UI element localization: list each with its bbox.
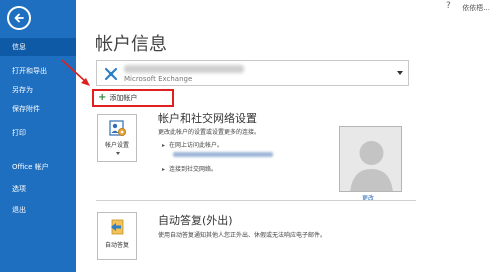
back-arrow-icon bbox=[14, 13, 24, 23]
outlook-backstage: 信息 打开和导出 另存为 保存附件 打印 Office 帐户 选项 退出 ? 依… bbox=[0, 0, 500, 272]
account-type: Microsoft Exchange bbox=[124, 75, 193, 83]
add-account-label: 添加帐户 bbox=[109, 94, 138, 102]
section-divider bbox=[96, 200, 416, 201]
auto-reply-tile-label: 自动答复 bbox=[104, 242, 129, 249]
back-button[interactable] bbox=[7, 6, 31, 30]
bullet-connect-social[interactable]: 连接到社交网络。 bbox=[162, 164, 217, 173]
auto-reply-title: 自动答复(外出) bbox=[158, 214, 233, 227]
exchange-icon bbox=[104, 67, 118, 81]
nav-item-office-account[interactable]: Office 帐户 bbox=[0, 158, 76, 176]
nav-item-save-as[interactable]: 另存为 bbox=[0, 81, 76, 99]
user-name[interactable]: 依依梧... bbox=[462, 3, 490, 13]
account-select[interactable]: Microsoft Exchange bbox=[96, 60, 409, 86]
account-settings-title: 帐户和社交网络设置 bbox=[158, 112, 257, 125]
account-email-redacted bbox=[124, 65, 244, 73]
help-button[interactable]: ? bbox=[446, 1, 451, 11]
bullet-access-web[interactable]: 在网上访问此帐户。 bbox=[162, 140, 223, 149]
add-account-button[interactable]: + 添加帐户 bbox=[92, 89, 174, 107]
backstage-sidebar: 信息 打开和导出 另存为 保存附件 打印 Office 帐户 选项 退出 bbox=[0, 0, 76, 272]
plus-icon: + bbox=[98, 92, 107, 103]
avatar bbox=[339, 126, 402, 192]
owa-url-redacted[interactable] bbox=[173, 152, 273, 157]
nav-item-save-attachments[interactable]: 保存附件 bbox=[0, 100, 76, 118]
chevron-down-icon bbox=[116, 152, 120, 155]
account-settings-tile[interactable]: 帐户设置 bbox=[97, 114, 137, 162]
person-silhouette-icon bbox=[340, 127, 401, 191]
auto-reply-icon bbox=[111, 219, 124, 235]
nav-item-print[interactable]: 打印 bbox=[0, 124, 76, 142]
account-settings-icon bbox=[109, 120, 126, 136]
nav-item-info[interactable]: 信息 bbox=[0, 38, 76, 56]
account-settings-description: 更改此帐户的设置或设置更多的连接。 bbox=[158, 129, 261, 136]
nav-item-exit[interactable]: 退出 bbox=[0, 201, 76, 219]
chevron-down-icon[interactable] bbox=[397, 71, 403, 75]
auto-reply-description: 使用自动答复通知其他人您正外出、休假或无法响应电子邮件。 bbox=[158, 232, 327, 239]
auto-reply-tile[interactable]: 自动答复 bbox=[97, 212, 137, 260]
nav-item-open-export[interactable]: 打开和导出 bbox=[0, 62, 76, 80]
nav-item-options[interactable]: 选项 bbox=[0, 180, 76, 198]
page-title: 帐户信息 bbox=[95, 34, 167, 55]
account-settings-tile-label: 帐户设置 bbox=[104, 142, 129, 149]
